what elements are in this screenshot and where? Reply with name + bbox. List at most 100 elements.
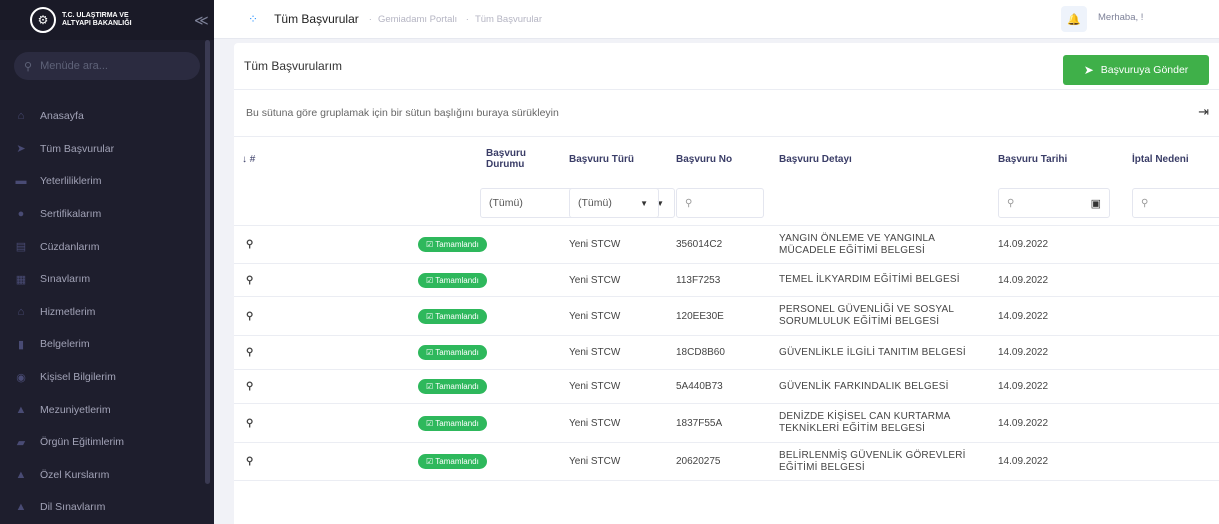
check-icon: ☑ (426, 311, 436, 321)
application-detail-cell: GÜVENLİK FARKINDALIK BELGESİ (773, 369, 992, 404)
application-no-cell: 20620275 (670, 442, 773, 481)
view-details-icon[interactable]: ⚲ (234, 296, 356, 336)
table-row[interactable]: ⚲ ☑ Tamamlandı Yeni STCW 356014C2 YANGIN ÖNL… (234, 225, 1219, 264)
sidebar-item[interactable]: ▲ Dil Sınavlarım (0, 491, 214, 524)
application-type-cell: Yeni STCW (563, 442, 670, 481)
view-details-icon[interactable]: ⚲ (234, 369, 356, 404)
check-icon: ☑ (426, 382, 436, 391)
brand-line-1: T.C. ULAŞTIRMA VE (62, 12, 129, 19)
status-badge-cell: ☑ Tamamlandı (356, 442, 563, 481)
sidebar-item-label: Tüm Başvurular (40, 142, 115, 155)
collapse-sidebar-icon[interactable]: ≪ (194, 12, 209, 29)
sidebar-item[interactable]: ⌂ Hizmetlerim (0, 296, 214, 329)
table-row[interactable]: ⚲ ☑ Tamamlandı Yeni STCW 120EE30E PERSONEL G… (234, 296, 1219, 336)
page-title: Tüm Başvurular (274, 12, 359, 26)
status-badge-cell: ☑ Tamamlandı (356, 403, 563, 443)
sidebar-scrollbar[interactable] (205, 40, 210, 484)
sidebar-item[interactable]: ▲ Mezuniyetlerim (0, 393, 214, 426)
calendar-icon[interactable]: ▣ (1091, 197, 1101, 210)
tur-filter-select[interactable]: (Tümü) ▼ (569, 188, 659, 218)
view-details-icon[interactable]: ⚲ (234, 403, 356, 443)
application-detail-cell: PERSONEL GÜVENLİĞİ VE SOSYAL SORUMLULUK … (773, 296, 992, 336)
sidebar-item[interactable]: ▰ Örgün Eğitimlerim (0, 426, 214, 459)
table-row[interactable]: ⚲ ☑ Tamamlandı Yeni STCW 1837F55A DENİZDE Kİ… (234, 403, 1219, 443)
book-icon: ▰ (16, 436, 26, 449)
graduation-cap-icon: ▲ (15, 403, 27, 416)
status-badge-cell: ☑ Tamamlandı (356, 225, 563, 264)
application-date-cell: 14.09.2022 (992, 225, 1126, 264)
sidebar-item-label: Cüzdanlarım (40, 240, 100, 253)
sidebar-item[interactable]: ◉ Kişisel Bilgilerim (0, 361, 214, 394)
view-details-icon[interactable]: ⚲ (234, 225, 356, 264)
view-details-icon[interactable]: ⚲ (234, 263, 356, 297)
view-details-icon[interactable]: ⚲ (234, 442, 356, 481)
group-panel[interactable]: Bu sütuna göre gruplamak için bir sütun … (234, 90, 1219, 137)
user-greeting[interactable]: Merhaba, ! (1098, 12, 1143, 23)
column-header-no[interactable]: Başvuru No (670, 137, 773, 181)
sidebar-item[interactable]: ▲ Özel Kurslarım (0, 459, 214, 492)
application-type-cell: Yeni STCW (563, 296, 670, 336)
table-row[interactable]: ⚲ ☑ Tamamlandı Yeni STCW 5A440B73 GÜVENLİK F… (234, 369, 1219, 404)
sidebar-item-label: Dil Sınavlarım (40, 501, 106, 514)
application-type-cell: Yeni STCW (563, 403, 670, 443)
table-row[interactable]: ⚲ ☑ Tamamlandı Yeni STCW 20620275 BELİRLENMİ… (234, 442, 1219, 481)
sidebar-item-label: Özel Kurslarım (40, 468, 110, 481)
column-header-tarih[interactable]: Başvuru Tarihi (992, 137, 1126, 181)
sidebar-item[interactable]: ▮ Belgelerim (0, 328, 214, 361)
column-header-iptal[interactable]: İptal Nedeni (1126, 137, 1219, 181)
wallet-icon: ▤ (15, 241, 27, 254)
user-icon: ◉ (16, 371, 26, 384)
sidebar-item[interactable]: ⌂ Anasayfa (0, 100, 214, 133)
sidebar-item[interactable]: ▤ Cüzdanlarım (0, 230, 214, 263)
sidebar-item[interactable]: ▦ Sınavlarım (0, 263, 214, 296)
breadcrumb-item[interactable]: Tüm Başvurular (475, 14, 542, 25)
column-header-detay[interactable]: Başvuru Detayı (773, 137, 992, 181)
tarih-filter-input[interactable]: ⚲ ▣ (998, 188, 1110, 218)
brand-text: T.C. ULAŞTIRMA VE ALTYAPI BAKANLIĞI (62, 12, 172, 28)
status-badge-cell: ☑ Tamamlandı (356, 335, 563, 370)
table-row[interactable]: ⚲ ☑ Tamamlandı Yeni STCW 113F7253 TEMEL İLKY… (234, 263, 1219, 297)
status-badge-label: Tamamlandı (435, 457, 479, 466)
check-icon: ☑ (426, 457, 436, 466)
iptal-filter-input[interactable]: ⚲ (1132, 188, 1219, 218)
chevron-down-icon: ▼ (640, 198, 648, 208)
check-icon: ☑ (426, 348, 436, 357)
status-badge-cell: ☑ Tamamlandı (356, 369, 563, 404)
breadcrumb-item[interactable]: Gemiadamı Portalı (378, 14, 457, 25)
application-date-cell: 14.09.2022 (992, 335, 1126, 370)
document-icon: ▦ (15, 273, 27, 286)
status-badge-cell: ☑ Tamamlandı (356, 296, 563, 336)
cancel-reason-cell (1126, 296, 1219, 336)
column-header-durum[interactable]: Başvuru Durumu (356, 137, 563, 181)
sidebar-item-label: Kişisel Bilgilerim (40, 371, 116, 384)
sidebar-item[interactable]: ➤ Tüm Başvurular (0, 133, 214, 166)
view-details-icon[interactable]: ⚲ (234, 335, 356, 370)
application-date-cell: 14.09.2022 (992, 296, 1126, 336)
cancel-reason-cell (1126, 263, 1219, 297)
application-no-cell: 5A440B73 (670, 369, 773, 404)
home-icon: ⌂ (17, 110, 25, 123)
sidebar-item[interactable]: ● Sertifikalarım (0, 198, 214, 231)
status-badge-label: Tamamlandı (435, 418, 479, 428)
no-filter-input[interactable]: ⚲ (676, 188, 764, 218)
status-badge: ☑ Tamamlandı (418, 415, 487, 431)
bell-icon[interactable]: 🔔 (1061, 6, 1087, 32)
menu-search-input[interactable]: ⚲ Menüde ara... (14, 52, 200, 80)
application-date-cell: 14.09.2022 (992, 403, 1126, 443)
status-badge: ☑ Tamamlandı (418, 345, 487, 360)
table-row[interactable]: ⚲ ☑ Tamamlandı Yeni STCW 18CD8B60 GÜVENLİKLE… (234, 335, 1219, 370)
apps-icon[interactable]: ⁘ (248, 12, 258, 26)
column-header-index[interactable]: ↓ # (234, 137, 356, 181)
column-header-tur[interactable]: Başvuru Türü (563, 137, 670, 181)
application-no-cell: 18CD8B60 (670, 335, 773, 370)
export-icon[interactable]: ⇥ (1198, 104, 1209, 120)
search-icon: ⚲ (24, 60, 33, 73)
send-application-button[interactable]: ➤ Başvuruya Gönder (1063, 55, 1209, 85)
status-badge: ☑ Tamamlandı (418, 272, 487, 288)
file-icon: ▮ (17, 338, 25, 351)
status-badge-label: Tamamlandı (435, 240, 479, 249)
search-icon: ⚲ (1007, 197, 1015, 209)
filter-row: (Tümü) ▼ (Tümü) ▼ ⚲ ⚲ ▣ ⚲ (234, 181, 1219, 226)
brand: ⚙ T.C. ULAŞTIRMA VE ALTYAPI BAKANLIĞI ≪ (0, 0, 214, 40)
sidebar-item[interactable]: ▬ Yeterliliklerim (0, 165, 214, 198)
